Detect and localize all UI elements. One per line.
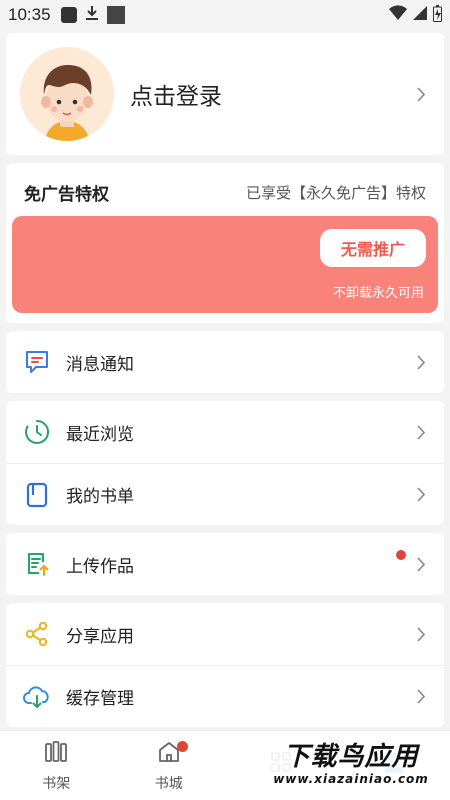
status-time: 10:35 [8,5,51,24]
chevron-right-icon [414,487,428,502]
notification-square-icon [106,6,125,24]
app-notification-icon [60,7,77,23]
clock-icon [22,417,52,447]
menu-group-notifications: 消息通知 [6,331,444,393]
nav-label: 书架 [42,775,71,792]
ad-privilege-note: 不卸载永久可用 [332,286,424,301]
ad-privilege-status: 已享受【永久免广告】特权 [245,183,426,202]
watermark-url: www.xiazainiao.com [273,772,429,786]
ad-privilege-card: 免广告特权 已享受【永久免广告】特权 无需推广 不卸载永久可用 [6,163,444,323]
menu-item-share[interactable]: 分享应用 [6,603,444,665]
chevron-right-icon [414,556,428,572]
menu-item-label: 缓存管理 [66,689,134,709]
menu-item-label: 上传作品 [66,556,134,577]
menu-item-label: 消息通知 [66,354,134,375]
menu-group-reading: 最近浏览 我的书单 [6,401,444,525]
nav-label: 书城 [154,775,183,792]
message-icon [22,347,52,377]
upload-icon [22,549,52,579]
watermark-title: 下载鸟应用 [283,742,419,772]
bookstore-badge [176,741,188,752]
profile-card[interactable]: 点击登录 [6,33,444,155]
login-label[interactable]: 点击登录 [130,77,222,111]
signal-icon [413,5,427,25]
menu-item-recent[interactable]: 最近浏览 [6,401,444,463]
menu-item-cache[interactable]: 缓存管理 [6,665,444,727]
watermark: 下载鸟应用 www.xiazainiao.com [258,738,444,790]
tab-bookstore[interactable]: 书城 [113,731,226,800]
chevron-right-icon [414,626,428,642]
menu-item-label: 最近浏览 [66,424,134,445]
menu-item-label: 分享应用 [66,626,134,647]
bottom-nav: 书架 书城 下载鸟应用 www.xiazainiao.com [0,730,450,800]
upload-badge [396,550,406,560]
status-bar: 10:35 [0,0,450,30]
menu-item-messages[interactable]: 消息通知 [6,331,444,393]
battery-icon [433,4,442,26]
download-icon [85,5,99,25]
menu-item-booklist[interactable]: 我的书单 [6,463,444,525]
cloud-download-icon [22,682,52,712]
no-promotion-button[interactable]: 无需推广 [320,229,426,267]
chevron-right-icon [414,689,428,704]
menu-item-upload[interactable]: 上传作品 [6,533,444,595]
chevron-right-icon [414,86,428,102]
ad-privilege-header: 免广告特权 已享受【永久免广告】特权 [6,177,444,207]
menu-item-label: 我的书单 [66,487,134,507]
ad-privilege-banner: 无需推广 不卸载永久可用 [12,216,438,313]
ad-privilege-title: 免广告特权 [24,184,109,205]
share-icon [22,619,52,649]
menu-group-upload: 上传作品 [6,533,444,595]
wifi-icon [389,5,407,25]
menu-group-app: 分享应用 缓存管理 [6,603,444,727]
avatar[interactable] [20,47,114,141]
chevron-right-icon [414,354,428,370]
bookshelf-icon [43,739,69,769]
chevron-right-icon [414,424,428,440]
tab-bookshelf[interactable]: 书架 [0,731,113,800]
booklist-icon [22,480,52,510]
